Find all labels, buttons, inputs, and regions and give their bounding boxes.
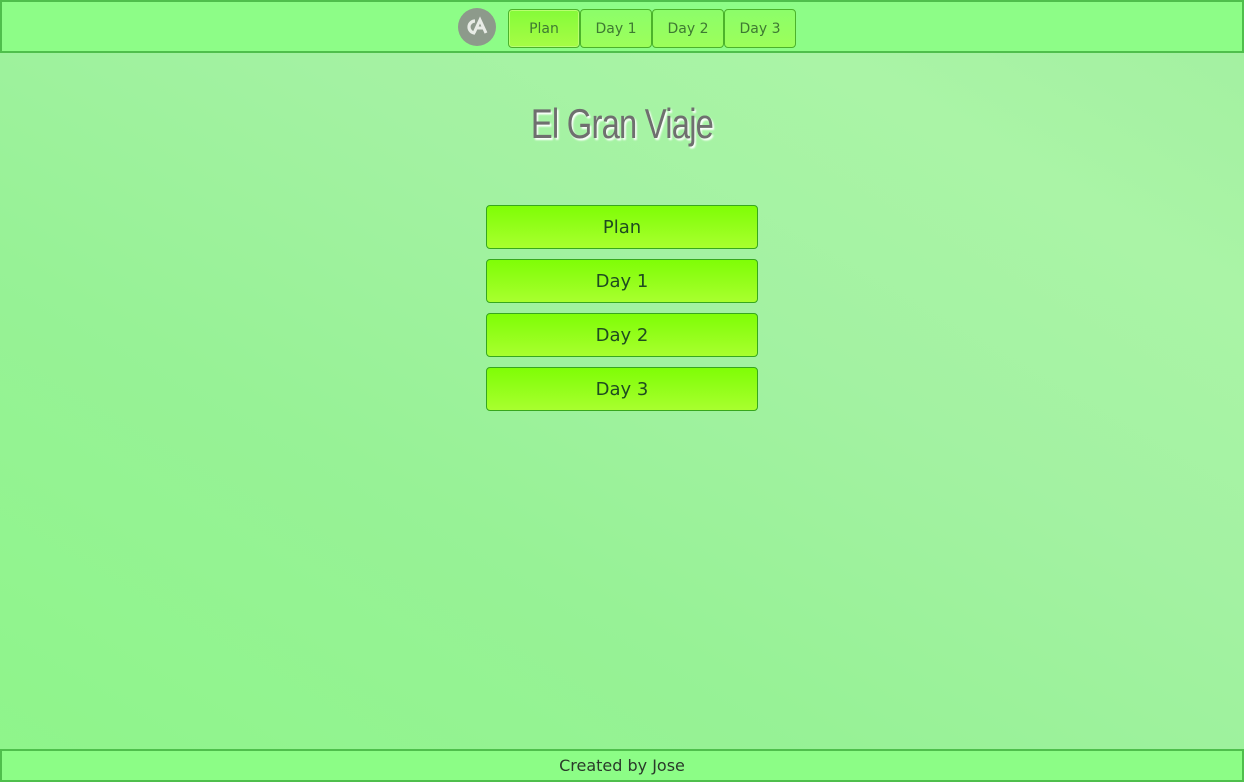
plan-button[interactable]: Plan	[486, 205, 758, 249]
footer: Created by Jose	[0, 749, 1244, 782]
top-nav-bar: Plan Day 1 Day 2 Day 3	[0, 0, 1244, 53]
nav-tab-day-1[interactable]: Day 1	[580, 9, 652, 48]
page-title: El Gran Viaje	[530, 100, 714, 147]
ca-logo-glyph	[467, 16, 488, 35]
day-2-button[interactable]: Day 2	[486, 313, 758, 357]
ca-logo-icon[interactable]	[458, 8, 496, 46]
nav-tab-day-2[interactable]: Day 2	[652, 9, 724, 48]
day-1-button[interactable]: Day 1	[486, 259, 758, 303]
nav-tab-plan[interactable]: Plan	[508, 9, 580, 48]
nav-tab-day-3[interactable]: Day 3	[724, 9, 796, 48]
day-3-button[interactable]: Day 3	[486, 367, 758, 411]
footer-credit: Created by Jose	[559, 756, 685, 775]
